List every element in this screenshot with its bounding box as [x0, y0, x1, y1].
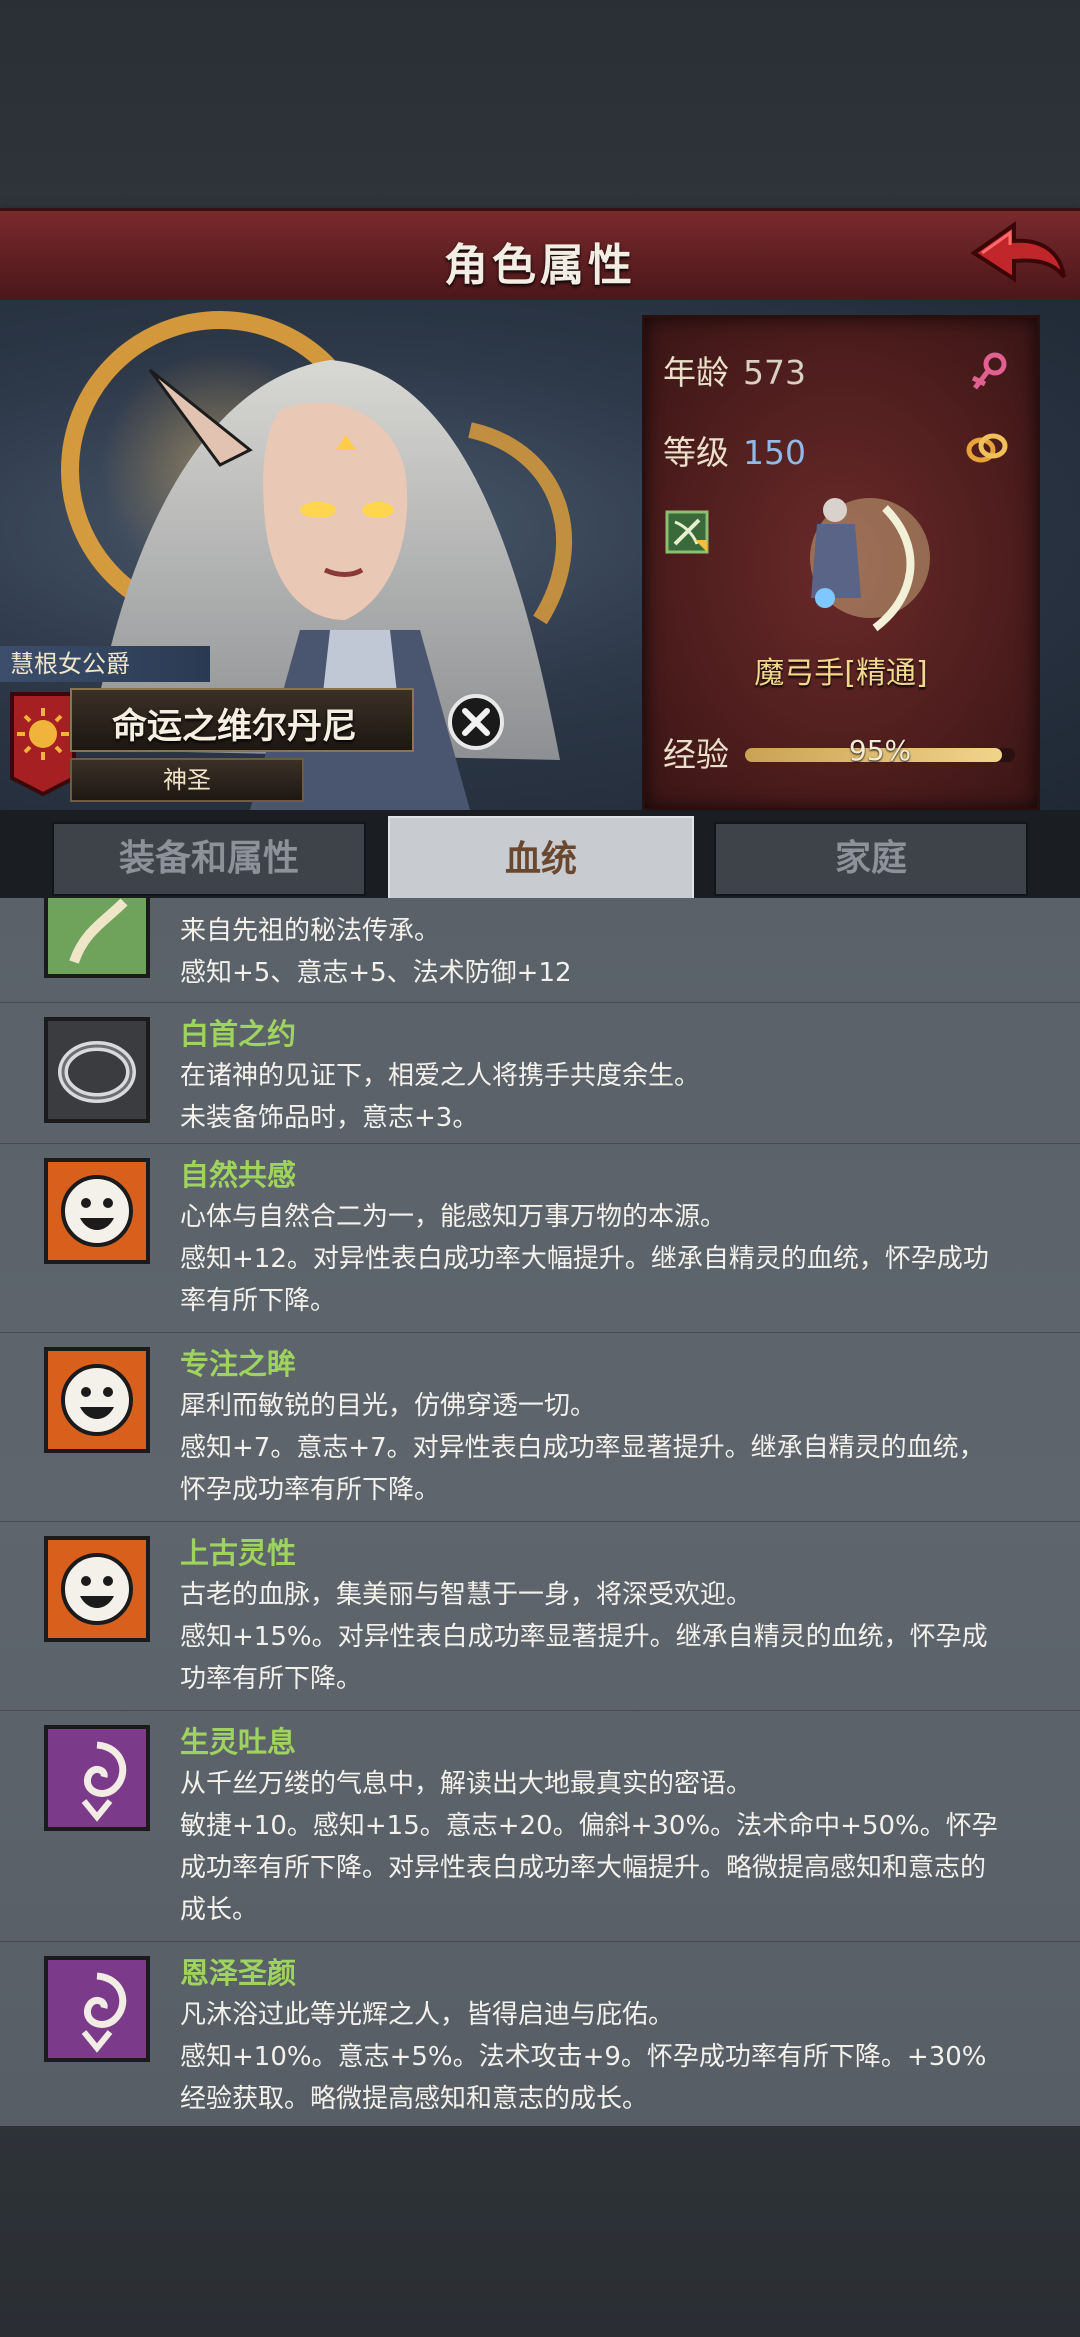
trait-line: 犀利而敏锐的目光，仿佛穿透一切。 [180, 1391, 597, 1421]
stats-panel: 年龄 573 等级 150 魔弓手[精通] 经验 95% [642, 315, 1040, 811]
class-name: 魔弓手[精通] [754, 656, 928, 691]
level-label: 等级 [663, 433, 729, 472]
trait-line: 心体与自然合二为一，能感知万事万物的本源。 [180, 1202, 727, 1232]
trait-item: 恩泽圣颜 凡沐浴过此等光辉之人，皆得启迪与庇佑。 感知+10%。意志+5%。法术… [0, 1942, 1080, 2126]
trait-name: 恩泽圣颜 [180, 1956, 297, 1990]
trait-name: 专注之眸 [180, 1347, 297, 1381]
trait-line: 感知+15%。对异性表白成功率显著提升。继承自精灵的血统，怀孕成 [180, 1622, 988, 1652]
trait-line: 成长。 [180, 1895, 259, 1925]
trait-item: 上古灵性 古老的血脉，集美丽与智慧于一身，将深受欢迎。 感知+15%。对异性表白… [0, 1522, 1080, 1711]
trait-line: 凡沐浴过此等光辉之人，皆得启迪与庇佑。 [180, 2000, 675, 2030]
tab-family[interactable]: 家庭 [714, 822, 1028, 896]
top-background [0, 0, 1080, 210]
trait-line: 来自先祖的秘法传承。 [180, 916, 441, 946]
level-row: 等级 150 [663, 426, 806, 474]
trait-line: 从千丝万缕的气息中，解读出大地最真实的密语。 [180, 1769, 753, 1799]
trait-description: 犀利而敏锐的目光，仿佛穿透一切。 感知+7。意志+7。对异性表白成功率显著提升。… [180, 1385, 1040, 1511]
ring-icon [44, 1017, 150, 1123]
tab-bar: 装备和属性 血统 家庭 [0, 810, 1080, 904]
close-icon[interactable] [446, 692, 506, 752]
trait-name: 生灵吐息 [180, 1725, 297, 1759]
trait-description: 在诸神的见证下，相爱之人将携手共度余生。 未装备饰品时，意志+3。 [180, 1055, 1040, 1139]
page-title: 角色属性 [444, 240, 636, 291]
trait-line: 感知+12。对异性表白成功率大幅提升。继承自精灵的血统，怀孕成功 [180, 1244, 989, 1274]
trait-name: 上古灵性 [180, 1536, 297, 1570]
trait-item: 自然共感 心体与自然合二为一，能感知万事万物的本源。 感知+12。对异性表白成功… [0, 1144, 1080, 1333]
trait-line: 怀孕成功率有所下降。 [180, 1475, 441, 1505]
female-icon [971, 352, 1007, 390]
trait-line: 古老的血脉，集美丽与智慧于一身，将深受欢迎。 [180, 1580, 753, 1610]
trait-description: 古老的血脉，集美丽与智慧于一身，将深受欢迎。 感知+15%。对异性表白成功率显著… [180, 1574, 1040, 1700]
holy-trait-tag: 神圣 [70, 758, 304, 802]
trait-description: 心体与自然合二为一，能感知万事万物的本源。 感知+12。对异性表白成功率大幅提升… [180, 1196, 1040, 1322]
trait-description: 凡沐浴过此等光辉之人，皆得启迪与庇佑。 感知+10%。意志+5%。法术攻击+9。… [180, 1994, 1040, 2120]
wedding-ring-icon [966, 433, 1008, 463]
trait-description: 从千丝万缕的气息中，解读出大地最真实的密语。 敏捷+10。感知+15。意志+20… [180, 1763, 1040, 1931]
trait-line: 敏捷+10。感知+15。意志+20。偏斜+30%。法术命中+50%。怀孕 [180, 1811, 998, 1841]
tab-equipment-stats[interactable]: 装备和属性 [52, 822, 366, 896]
class-figure-icon [810, 498, 930, 632]
tab-bloodline[interactable]: 血统 [388, 816, 694, 904]
spirit-swirl-icon [44, 1725, 150, 1831]
spirit-swirl-icon [44, 1956, 150, 2062]
back-arrow-icon[interactable] [968, 219, 1068, 297]
trait-item: 来自先祖的秘法传承。 感知+5、意志+5、法术防御+12 [0, 898, 1080, 1003]
trait-line: 成功率有所下降。对异性表白成功率大幅提升。略微提高感知和意志的 [180, 1853, 987, 1883]
smiley-icon [44, 1347, 150, 1453]
exp-label: 经验 [663, 735, 729, 774]
title-bar: 角色属性 [0, 208, 1080, 307]
exp-percent: 95% [848, 734, 912, 767]
trait-name: 白首之约 [180, 1017, 297, 1051]
exp-row: 经验 [663, 728, 729, 776]
noble-title-tag: 慧根女公爵 [0, 646, 210, 682]
root-icon [44, 898, 150, 978]
smiley-icon [44, 1536, 150, 1642]
level-value: 150 [743, 433, 806, 472]
trait-line: 在诸神的见证下，相爱之人将携手共度余生。 [180, 1061, 701, 1091]
character-name: 命运之维尔丹尼 [112, 707, 358, 747]
trait-line: 感知+10%。意志+5%。法术攻击+9。怀孕成功率有所下降。+30% [180, 2042, 987, 2072]
trait-description: 来自先祖的秘法传承。 感知+5、意志+5、法术防御+12 [180, 910, 1040, 994]
age-label: 年龄 [663, 353, 729, 392]
trait-line: 未装备饰品时，意志+3。 [180, 1103, 479, 1133]
trait-line: 率有所下降。 [180, 1286, 337, 1316]
name-plate: 命运之维尔丹尼 [70, 688, 414, 752]
age-value: 573 [743, 353, 806, 392]
trait-line: 感知+5、意志+5、法术防御+12 [180, 958, 572, 988]
bloodline-trait-list[interactable]: 来自先祖的秘法传承。 感知+5、意志+5、法术防御+12 白首之约 在诸神的见证… [0, 898, 1080, 2126]
trait-line: 经验获取。略微提高感知和意志的成长。 [180, 2084, 649, 2114]
smiley-icon [44, 1158, 150, 1264]
bottom-background [0, 2126, 1080, 2337]
trait-item: 专注之眸 犀利而敏锐的目光，仿佛穿透一切。 感知+7。意志+7。对异性表白成功率… [0, 1333, 1080, 1522]
age-row: 年龄 573 [663, 346, 806, 394]
trait-line: 感知+7。意志+7。对异性表白成功率显著提升。继承自精灵的血统， [180, 1433, 985, 1463]
trait-name: 自然共感 [180, 1158, 297, 1192]
trait-item: 白首之约 在诸神的见证下，相爱之人将携手共度余生。 未装备饰品时，意志+3。 [0, 1003, 1080, 1144]
bow-class-icon [665, 510, 709, 554]
trait-line: 功率有所下降。 [180, 1664, 363, 1694]
sun-banner-icon [10, 692, 76, 797]
trait-item: 生灵吐息 从千丝万缕的气息中，解读出大地最真实的密语。 敏捷+10。感知+15。… [0, 1711, 1080, 1942]
